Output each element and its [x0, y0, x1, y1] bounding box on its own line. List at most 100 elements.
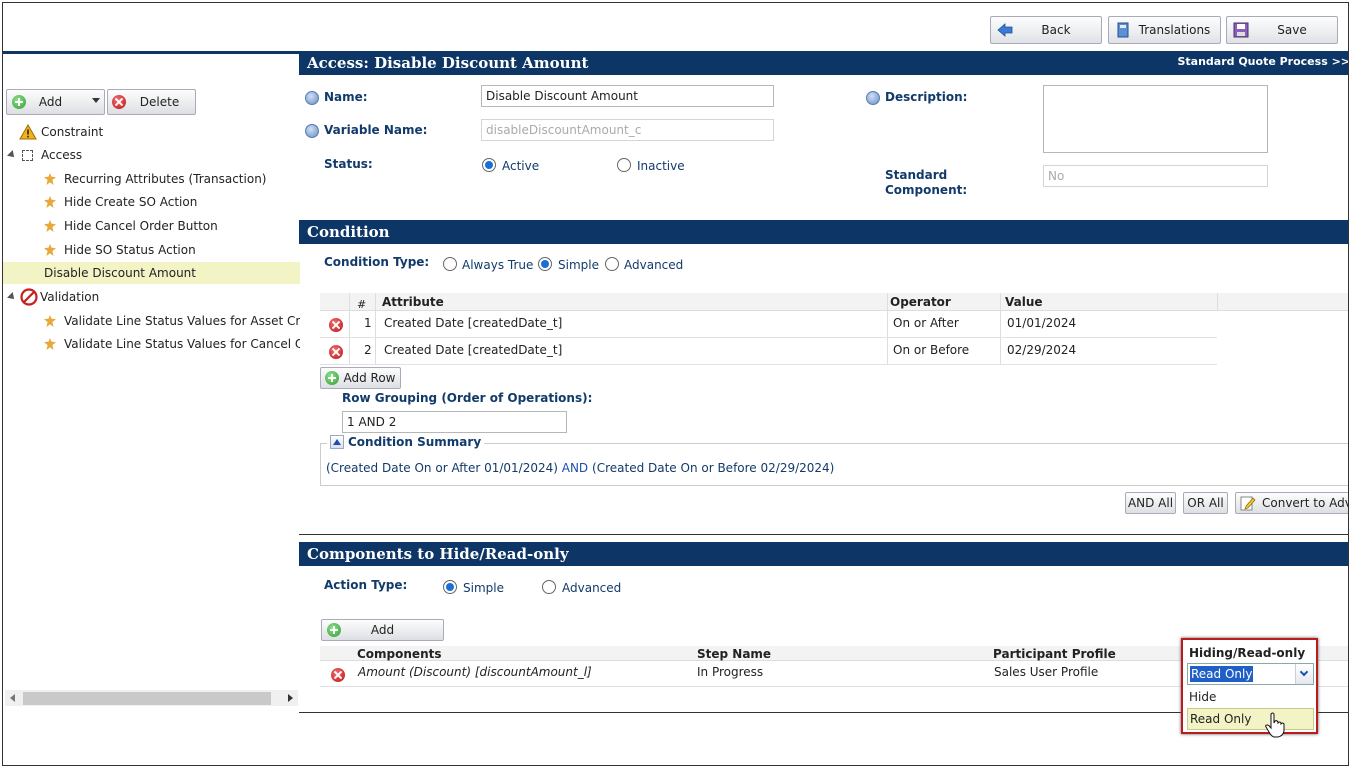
row-attribute: Created Date [createdDate_t] — [384, 316, 563, 330]
back-arrow-icon — [997, 23, 1013, 37]
action-advanced-radio[interactable] — [542, 580, 556, 594]
row-grouping-label: Row Grouping (Order of Operations): — [342, 391, 593, 405]
scroll-right-arrow-icon[interactable] — [288, 694, 293, 702]
row-grouping-input[interactable]: 1 AND 2 — [342, 411, 567, 433]
help-icon[interactable] — [305, 124, 319, 138]
convert-label: Convert to Adva — [1262, 496, 1348, 510]
rule-gear-icon — [44, 244, 56, 256]
or-all-button[interactable]: OR All — [1183, 492, 1228, 514]
tree-item-constraint[interactable]: Constraint — [19, 121, 103, 143]
condition-summary-legend[interactable]: Condition Summary — [327, 435, 485, 449]
action-simple-radio[interactable] — [443, 580, 457, 594]
and-all-button[interactable]: AND All — [1125, 492, 1176, 514]
option-label: Hide — [1189, 690, 1217, 704]
convert-to-advanced-button[interactable]: Convert to Adva — [1235, 492, 1348, 514]
tree-item-hide-create-so[interactable]: Hide Create SO Action — [44, 191, 197, 213]
components-title: Components to Hide/Read-only — [307, 545, 569, 563]
add-button[interactable]: Add — [6, 89, 105, 115]
collapse-up-icon[interactable] — [330, 435, 344, 449]
status-inactive-radio[interactable] — [617, 158, 631, 172]
back-label: Back — [1041, 23, 1071, 37]
option-label: Read Only — [1190, 712, 1252, 726]
translations-button[interactable]: Translations — [1108, 16, 1221, 44]
tree-item-recurring[interactable]: Recurring Attributes (Transaction) — [44, 168, 266, 190]
floppy-disk-icon — [1233, 22, 1249, 38]
add-row-button[interactable]: Add Row — [320, 367, 401, 389]
delete-component-icon[interactable] — [331, 668, 345, 682]
standard-component-input: No — [1043, 165, 1268, 187]
tree-item-hide-so-status[interactable]: Hide SO Status Action — [44, 239, 196, 261]
condition-type-label: Condition Type: — [324, 255, 430, 269]
hiding-readonly-select[interactable]: Read Only — [1187, 663, 1314, 685]
rule-gear-icon — [44, 196, 56, 208]
tree-item-disable-discount[interactable]: Disable Discount Amount — [3, 262, 300, 284]
caret-down-icon — [92, 98, 100, 103]
chevron-down-icon — [1299, 667, 1309, 677]
tree-item-label: Hide SO Status Action — [64, 243, 196, 257]
tree-item-validate-asset[interactable]: Validate Line Status Values for Asset Cr… — [44, 310, 300, 332]
row-number: 1 — [364, 316, 372, 330]
table-row: 1 Created Date [createdDate_t] On or Aft… — [320, 311, 1217, 338]
tree-item-label: Recurring Attributes (Transaction) — [64, 172, 267, 186]
delete-row-icon[interactable] — [329, 345, 343, 359]
condition-always-true-radio[interactable] — [443, 257, 457, 271]
main-content: Access: Disable Discount Amount Standard… — [299, 51, 1348, 765]
variable-name-input: disableDiscountAmount_c — [481, 119, 774, 141]
rule-gear-icon — [44, 338, 56, 350]
horizontal-scrollbar[interactable] — [5, 690, 298, 706]
col-value: Value — [1005, 295, 1043, 309]
back-button[interactable]: Back — [990, 16, 1102, 44]
tree-item-label: Constraint — [41, 125, 104, 139]
rule-gear-icon — [44, 220, 56, 232]
row-participant-profile: Sales User Profile — [994, 665, 1099, 679]
delete-button[interactable]: Delete — [107, 89, 196, 115]
tree-item-validation[interactable]: Validation — [7, 286, 99, 308]
selected-value: Read Only — [1190, 666, 1254, 682]
add-icon — [12, 95, 26, 109]
tree-item-label: Validate Line Status Values for Asset Cr… — [64, 314, 300, 328]
save-label: Save — [1277, 23, 1307, 37]
scroll-left-arrow-icon[interactable] — [10, 694, 15, 702]
summary-part2: (Created Date On or Before 02/29/2024) — [592, 461, 835, 475]
status-active-radio[interactable] — [482, 158, 496, 172]
row-operator: On or After — [893, 316, 959, 330]
row-operator: On or Before — [893, 343, 970, 357]
tree-item-label: Access — [41, 148, 83, 162]
delete-row-icon[interactable] — [329, 318, 343, 332]
section-divider — [299, 534, 1348, 535]
standard-component-label-1: Standard — [885, 168, 948, 182]
tree-item-access[interactable]: Access — [7, 144, 83, 166]
row-value: 02/29/2024 — [1007, 343, 1077, 357]
condition-simple-radio[interactable] — [538, 257, 552, 271]
tree-item-validate-cancel[interactable]: Validate Line Status Values for Cancel O… — [44, 333, 300, 355]
tree-item-label: Hide Cancel Order Button — [64, 219, 218, 233]
col-components: Components — [357, 647, 442, 661]
help-icon[interactable] — [866, 91, 880, 105]
scrollbar-thumb[interactable] — [23, 692, 271, 705]
hiding-readonly-dropdown-callout: Hiding/Read-only Read Only Hide Read Onl… — [1181, 638, 1318, 738]
description-textarea[interactable] — [1043, 85, 1268, 153]
status-inactive-label: Inactive — [637, 159, 685, 173]
standard-quote-process-link[interactable]: Standard Quote Process >> — [1177, 55, 1348, 68]
col-attribute: Attribute — [382, 295, 444, 309]
row-value: 01/01/2024 — [1007, 316, 1077, 330]
row-attribute: Created Date [createdDate_t] — [384, 343, 563, 357]
rule-gear-icon — [44, 173, 56, 185]
condition-advanced-radio[interactable] — [605, 257, 619, 271]
expand-triangle-icon — [7, 150, 17, 160]
status-label: Status: — [324, 157, 373, 171]
add-icon — [325, 371, 339, 385]
add-component-button[interactable]: Add — [321, 619, 444, 641]
dropdown-option-hide[interactable]: Hide — [1187, 687, 1314, 709]
book-icon — [1117, 22, 1129, 38]
dropdown-option-read-only[interactable]: Read Only — [1187, 708, 1314, 730]
tree-item-hide-cancel-order[interactable]: Hide Cancel Order Button — [44, 215, 218, 237]
delete-icon — [112, 95, 126, 109]
condition-title: Condition — [307, 223, 390, 241]
edit-note-icon — [1240, 496, 1256, 511]
row-number: 2 — [364, 343, 372, 357]
dropdown-toggle[interactable] — [1295, 664, 1313, 684]
name-input[interactable]: Disable Discount Amount — [481, 85, 774, 107]
save-button[interactable]: Save — [1226, 16, 1338, 44]
help-icon[interactable] — [305, 91, 319, 105]
